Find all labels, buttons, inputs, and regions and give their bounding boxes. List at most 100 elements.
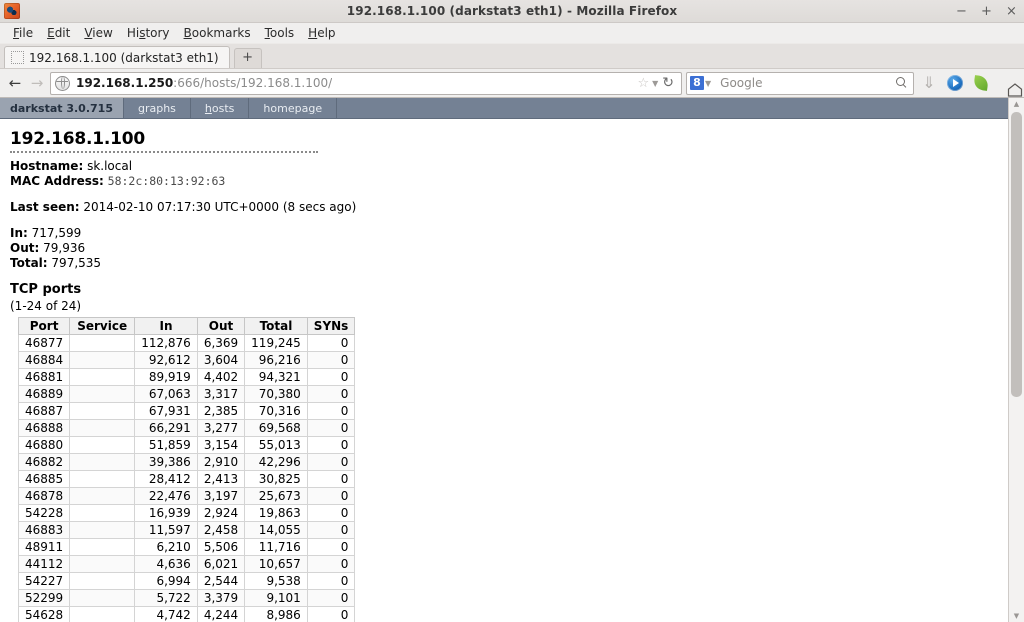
- back-arrow-icon[interactable]: ←: [6, 73, 24, 93]
- media-player-button[interactable]: [944, 72, 966, 94]
- cell-syns: 0: [306, 470, 356, 488]
- scrollbar-thumb[interactable]: [1011, 112, 1022, 397]
- search-bar[interactable]: 8 ▼ Google: [686, 71, 914, 95]
- reload-icon[interactable]: ↻: [662, 75, 677, 91]
- minimize-button[interactable]: −: [955, 5, 968, 18]
- cell-total: 42,296: [244, 453, 308, 471]
- table-row: 46878 22,476 3,197 25,673 0: [17, 487, 356, 505]
- cell-out: 4,244: [196, 606, 246, 622]
- cell-in: 112,876: [134, 334, 198, 352]
- cell-total: 30,825: [244, 470, 308, 488]
- cell-total: 94,321: [244, 368, 308, 386]
- mac-row: MAC Address: 58:2c:80:13:92:63: [10, 174, 998, 189]
- tab-favicon-icon: [11, 51, 24, 64]
- cell-port: 46889: [17, 385, 71, 403]
- cell-port: 46878: [17, 487, 71, 505]
- cell-total: 70,380: [244, 385, 308, 403]
- hostname-row: Hostname: sk.local: [10, 159, 998, 174]
- cell-out: 2,924: [196, 504, 246, 522]
- window-controls: − + ×: [955, 5, 1018, 18]
- cell-service: [69, 504, 136, 522]
- cell-port: 46877: [17, 334, 71, 352]
- search-input[interactable]: Google: [720, 76, 896, 90]
- in-value: 717,599: [31, 226, 82, 240]
- table-row: 52299 5,722 3,379 9,101 0: [17, 589, 356, 607]
- address-bar[interactable]: 192.168.1.250:666/hosts/192.168.1.100/ ☆…: [50, 71, 682, 95]
- table-row: 54628 4,742 4,244 8,986 0: [17, 606, 356, 622]
- cell-total: 9,101: [244, 589, 308, 607]
- cell-out: 2,413: [196, 470, 246, 488]
- cell-service: [69, 436, 136, 454]
- new-tab-button[interactable]: +: [233, 48, 262, 68]
- tcp-ports-table: Port Service In Out Total SYNs 46877 112,876 6,…: [17, 317, 356, 622]
- menu-item-bookmarks[interactable]: Bookmarks: [177, 24, 258, 42]
- cell-in: 67,063: [134, 385, 198, 403]
- darkstat-nav-graphs[interactable]: g raphs: [124, 98, 191, 118]
- cell-in: 39,386: [134, 453, 198, 471]
- page-vertical-scrollbar[interactable]: ▲ ▼: [1008, 98, 1024, 622]
- column-header-port[interactable]: Port: [17, 317, 71, 335]
- cell-syns: 0: [306, 368, 356, 386]
- cell-port: 46880: [17, 436, 71, 454]
- cell-service: [69, 385, 136, 403]
- menu-item-help[interactable]: Help: [301, 24, 342, 42]
- table-row: 46888 66,291 3,277 69,568 0: [17, 419, 356, 437]
- scroll-up-arrow-icon[interactable]: ▲: [1009, 98, 1024, 110]
- darkstat-nav-hosts[interactable]: h osts: [191, 98, 250, 118]
- navigation-toolbar: ← → 192.168.1.250:666/hosts/192.168.1.10…: [0, 68, 1024, 97]
- cell-out: 5,506: [196, 538, 246, 556]
- darkstat-nav-homepage[interactable]: homepa g e: [249, 98, 338, 118]
- cell-service: [69, 589, 136, 607]
- globe-icon: [55, 75, 70, 91]
- cell-total: 19,863: [244, 504, 308, 522]
- menu-item-tools[interactable]: Tools: [258, 24, 302, 42]
- column-header-total[interactable]: Total: [244, 317, 308, 335]
- google-logo-icon[interactable]: 8: [690, 76, 704, 90]
- cell-service: [69, 487, 136, 505]
- table-row: 46877 112,876 6,369 119,245 0: [17, 334, 356, 352]
- cell-service: [69, 470, 136, 488]
- hostname-value: sk.local: [87, 159, 133, 173]
- mac-label: MAC Address:: [10, 174, 104, 188]
- menu-item-edit[interactable]: Edit: [40, 24, 77, 42]
- cell-syns: 0: [306, 487, 356, 505]
- cell-total: 69,568: [244, 419, 308, 437]
- chevron-down-icon[interactable]: ▼: [652, 79, 658, 88]
- cell-port: 46887: [17, 402, 71, 420]
- extension-button[interactable]: [970, 72, 992, 94]
- section-title-tcp-ports: TCP ports: [10, 282, 82, 297]
- play-circle-icon: [947, 75, 963, 91]
- cell-syns: 0: [306, 572, 356, 590]
- forward-arrow-icon[interactable]: →: [28, 73, 46, 93]
- cell-port: 46884: [17, 351, 71, 369]
- cell-syns: 0: [306, 351, 356, 369]
- menu-item-history[interactable]: History: [120, 24, 177, 42]
- cell-out: 6,021: [196, 555, 246, 573]
- cell-total: 55,013: [244, 436, 308, 454]
- cell-out: 3,317: [196, 385, 246, 403]
- column-header-in[interactable]: In: [134, 317, 198, 335]
- cell-in: 28,412: [134, 470, 198, 488]
- window-title: 192.168.1.100 (darkstat3 eth1) - Mozilla…: [346, 4, 678, 18]
- scroll-down-arrow-icon[interactable]: ▼: [1009, 610, 1024, 622]
- cell-service: [69, 402, 136, 420]
- bookmark-star-icon[interactable]: ☆: [637, 76, 651, 91]
- downloads-button[interactable]: ⇓: [918, 72, 940, 94]
- close-button[interactable]: ×: [1005, 5, 1018, 18]
- menu-item-view[interactable]: View: [77, 24, 119, 42]
- column-header-service[interactable]: Service: [69, 317, 136, 335]
- tab-active[interactable]: 192.168.1.100 (darkstat3 eth1): [4, 46, 230, 68]
- search-icon[interactable]: [896, 77, 908, 89]
- cell-in: 92,612: [134, 351, 198, 369]
- search-engine-chevron-down-icon[interactable]: ▼: [705, 79, 711, 88]
- column-header-out[interactable]: Out: [196, 317, 246, 335]
- menu-item-file[interactable]: File: [6, 24, 40, 42]
- cell-total: 10,657: [244, 555, 308, 573]
- home-button[interactable]: [996, 72, 1023, 97]
- column-header-syns[interactable]: SYNs: [306, 317, 356, 335]
- table-row: 54227 6,994 2,544 9,538 0: [17, 572, 356, 590]
- maximize-button[interactable]: +: [980, 5, 993, 18]
- total-row: Total: 797,535: [10, 256, 998, 271]
